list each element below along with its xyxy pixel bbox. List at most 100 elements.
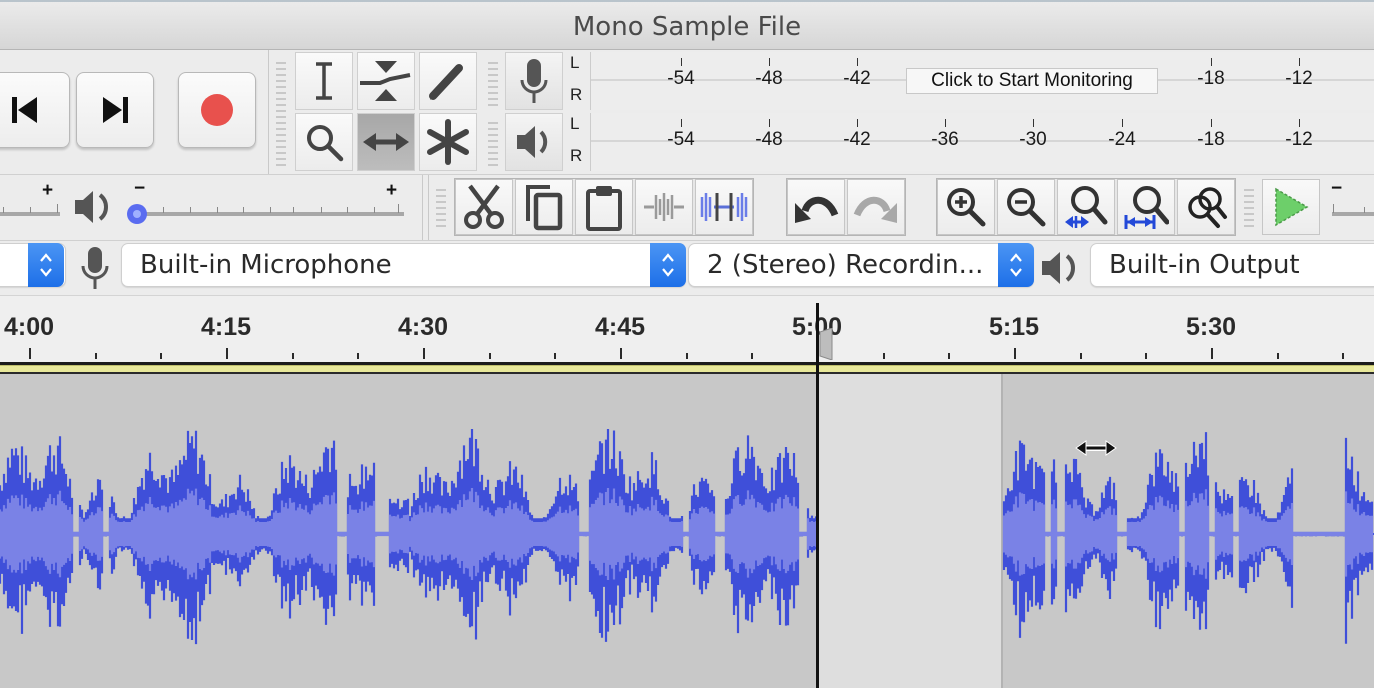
meter-tick: -30 [1019,129,1047,150]
audio-host-stepper[interactable] [28,243,64,287]
input-device-select[interactable]: Built-in Microphone [121,243,686,287]
zoom-toggle-icon [1188,187,1227,228]
play-at-speed-button[interactable] [1262,179,1320,235]
play-at-speed-grip[interactable] [1244,185,1254,231]
meter-tick: -42 [843,68,871,89]
trim-audio-button[interactable] [635,179,693,235]
ruler-tick [686,353,688,359]
copy-icon [526,185,563,231]
ruler-label: 5:15 [988,313,1040,341]
meter-tick: -24 [1108,129,1136,150]
playback-meter-grip[interactable] [488,118,498,168]
toolbar-area: L R -54 -48 -42 -18 -12 Click to Start M… [0,50,1374,295]
ruler-tick [883,353,885,359]
waveform[interactable] [0,374,1374,688]
resize-cursor-icon [1075,440,1117,456]
multi-tool-button[interactable] [419,113,477,171]
ruler-label: 4:30 [397,313,449,341]
ruler-tick [357,353,359,359]
record-meter-grip[interactable] [488,58,498,108]
window-title: Mono Sample File [572,12,802,42]
ruler-tick [751,353,753,359]
edit-cursor [816,303,819,688]
envelope-icon [360,61,411,101]
title-bar: Mono Sample File [0,0,1374,50]
record-icon [201,94,233,126]
zoom-out-icon [1007,188,1046,227]
scissors-icon [464,184,504,229]
meter-tick: -48 [755,129,783,150]
ruler-tick [948,353,950,359]
ruler-tick [1080,353,1082,359]
playback-meter[interactable] [590,113,1374,171]
silence-audio-button[interactable] [695,179,753,235]
time-shift-tool-button[interactable] [357,113,415,171]
zoom-in-button[interactable] [937,179,995,235]
ruler-tick [1014,348,1016,359]
record-right-label: R [570,85,583,104]
recording-volume-plus: + [42,180,54,201]
zoom-tool-button[interactable] [295,113,353,171]
paste-button[interactable] [575,179,633,235]
input-device-stepper[interactable] [650,243,686,287]
undo-button[interactable] [787,179,845,235]
cut-button[interactable] [455,179,513,235]
record-meter-button[interactable] [505,52,563,110]
playback-meter-button[interactable] [505,113,563,171]
ruler-tick [95,353,97,359]
skip-to-end-button[interactable] [76,72,154,148]
asterisk-icon [427,119,469,165]
playback-volume-thumb[interactable] [125,202,149,226]
ruler-tick [1145,353,1147,359]
ruler-tick [226,348,228,359]
redo-icon [853,196,897,223]
pencil-icon [429,64,463,100]
microphone-icon [520,59,548,103]
playback-volume-speaker-icon [75,191,108,223]
draw-tool-button[interactable] [419,52,477,110]
tools-toolbar-grip[interactable] [276,58,286,166]
fit-selection-icon [1065,186,1108,228]
playhead-marker-icon[interactable] [818,328,834,360]
meter-tick: -12 [1285,129,1313,150]
ruler-tick [1211,348,1213,359]
silence-icon [700,193,748,221]
start-monitoring-button[interactable]: Click to Start Monitoring [906,68,1158,94]
meter-tick: -18 [1197,68,1225,89]
input-microphone-icon [81,247,109,289]
track-top-bar [0,365,1374,374]
edit-toolbar-grip[interactable] [436,185,446,231]
magnifier-icon [307,125,344,162]
meter-tick: -48 [755,68,783,89]
input-channels-stepper[interactable] [998,243,1034,287]
fit-project-button[interactable] [1117,179,1175,235]
output-device-select[interactable]: Built-in Output [1090,243,1374,287]
ruler-tick [1342,353,1344,359]
zoom-out-button[interactable] [997,179,1055,235]
ruler-tick [489,353,491,359]
meter-tick: -36 [931,129,959,150]
ruler-label: 4:15 [200,313,252,341]
playback-right-label: R [570,146,583,165]
zoom-in-icon [947,188,986,227]
fit-selection-button[interactable] [1057,179,1115,235]
updown-chevron-icon [662,253,674,277]
updown-chevron-icon [1010,253,1022,277]
copy-button[interactable] [515,179,573,235]
output-speaker-icon [1042,252,1075,284]
record-button[interactable] [178,72,256,148]
ruler-tick [1277,353,1279,359]
zoom-toggle-button[interactable] [1177,179,1235,235]
meter-tick: -54 [667,68,695,89]
input-channels-select[interactable]: 2 (Stereo) Recordin... [688,243,1034,287]
undo-icon [795,196,839,223]
playback-volume-plus: + [386,180,398,201]
speaker-icon [517,126,548,158]
ruler-tick [160,353,162,359]
skip-to-start-button[interactable] [0,72,70,148]
trim-icon [644,193,684,221]
envelope-tool-button[interactable] [357,52,415,110]
redo-button[interactable] [847,179,905,235]
ruler-tick [292,353,294,359]
selection-tool-button[interactable] [295,52,353,110]
